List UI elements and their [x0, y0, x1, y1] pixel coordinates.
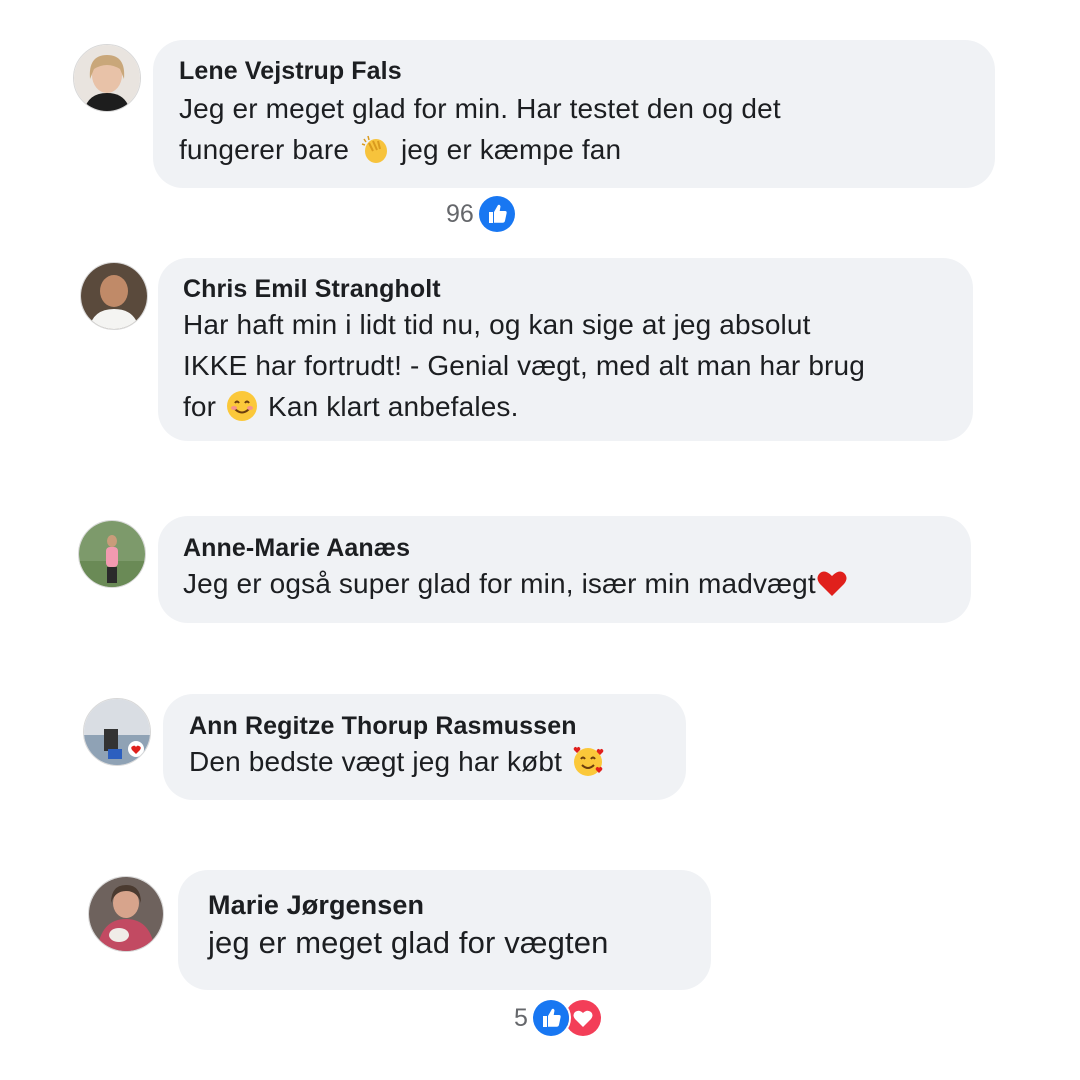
comment-author[interactable]: Marie Jørgensen [208, 890, 681, 920]
like-icon [476, 194, 517, 234]
comment-text: jeg er meget glad for vægten [208, 925, 609, 960]
reaction-count: 96 [446, 199, 474, 228]
smiling-face-icon [226, 390, 258, 422]
comment-bubble: Lene Vejstrup Fals Jeg er meget glad for… [153, 40, 995, 188]
avatar[interactable] [80, 262, 148, 330]
comment-author[interactable]: Chris Emil Strangholt [183, 274, 948, 304]
avatar[interactable] [78, 520, 146, 588]
comment-bubble: Ann Regitze Thorup Rasmussen Den bedste … [163, 694, 686, 800]
reaction-summary[interactable]: 5 [514, 998, 603, 1038]
comment-author[interactable]: Anne-Marie Aanæs [183, 533, 946, 563]
comment-text: Har haft min i lidt tid nu, og kan sige … [183, 309, 865, 422]
avatar[interactable] [88, 876, 164, 952]
reaction-count: 5 [514, 1003, 528, 1032]
comment-bubble: Chris Emil Strangholt Har haft min i lid… [158, 258, 973, 441]
comment-text: Den bedste vægt jeg har købt [189, 741, 660, 782]
smiling-face-with-hearts-icon [572, 745, 604, 777]
comment-bubble: Anne-Marie Aanæs Jeg er også super glad … [158, 516, 971, 623]
avatar[interactable] [73, 44, 141, 112]
comment-author[interactable]: Lene Vejstrup Fals [179, 56, 969, 86]
comment-bubble: Marie Jørgensen jeg er meget glad for væ… [178, 870, 711, 990]
like-icon [530, 998, 571, 1038]
comment-text: Jeg er også super glad for min, især min… [183, 563, 946, 604]
clapping-hands-icon [359, 133, 391, 165]
comment-author[interactable]: Ann Regitze Thorup Rasmussen [189, 711, 660, 741]
comment-text: Jeg er meget glad for min. Har testet de… [179, 93, 781, 165]
avatar[interactable] [83, 698, 151, 766]
red-heart-icon [816, 567, 848, 599]
reaction-summary[interactable]: 96 [446, 194, 517, 234]
